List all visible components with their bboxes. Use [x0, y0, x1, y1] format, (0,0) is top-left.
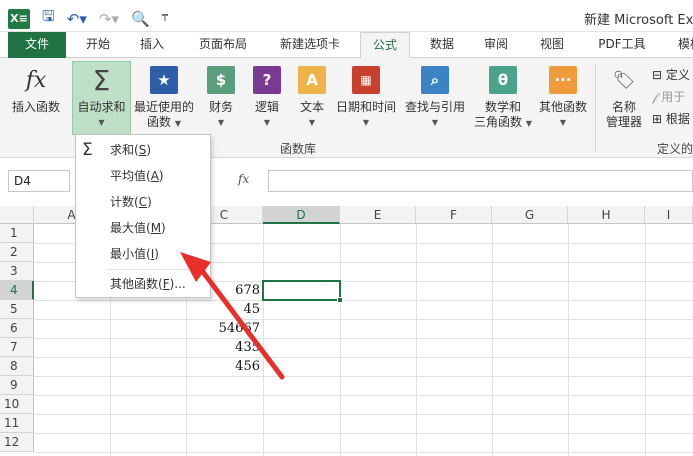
arrow-shaft [197, 265, 285, 380]
annotation-arrow [180, 252, 285, 380]
